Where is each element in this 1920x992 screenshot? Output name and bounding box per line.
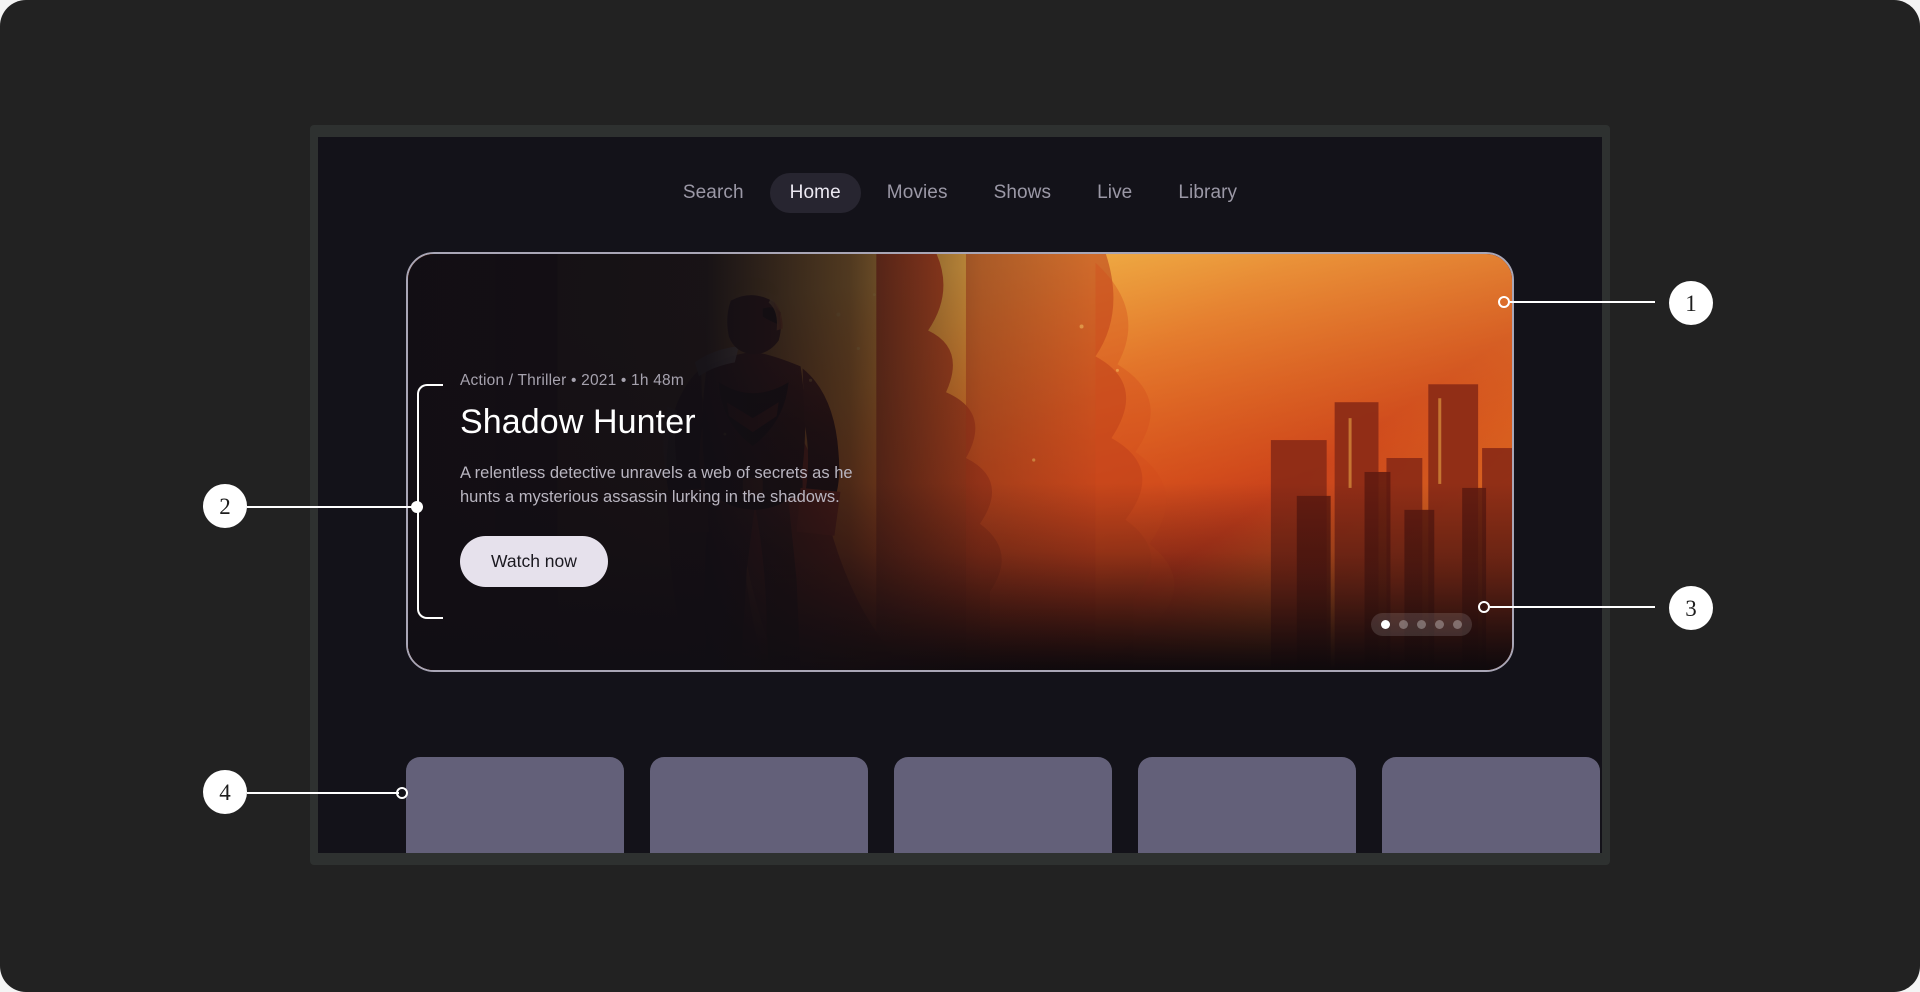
nav-item-search[interactable]: Search [663,173,764,213]
nav-item-live[interactable]: Live [1077,173,1152,213]
content-rail-card[interactable] [894,757,1112,853]
hero-meta-line: Action / Thriller • 2021 • 1h 48m [460,372,684,389]
nav-item-library[interactable]: Library [1158,173,1257,213]
content-rail-card[interactable] [406,757,624,853]
hero-featured-card[interactable]: Action / Thriller • 2021 • 1h 48m Shadow… [406,252,1514,672]
nav-item-home[interactable]: Home [769,173,861,213]
hero-title: Shadow Hunter [460,403,696,441]
tv-device-frame: Search Home Movies Shows Live Library Ac… [310,125,1610,865]
hero-description: A relentless detective unravels a web of… [460,464,853,506]
nav-item-movies[interactable]: Movies [867,173,968,213]
carousel-dot-2[interactable] [1399,620,1408,629]
carousel-dots [1371,613,1472,636]
content-rail-card[interactable] [1138,757,1356,853]
top-navigation: Search Home Movies Shows Live Library [318,173,1602,213]
carousel-dot-3[interactable] [1417,620,1426,629]
carousel-dot-4[interactable] [1435,620,1444,629]
nav-item-shows[interactable]: Shows [974,173,1072,213]
carousel-dot-1[interactable] [1381,620,1390,629]
content-rail-card[interactable] [1382,757,1600,853]
tv-screen: Search Home Movies Shows Live Library Ac… [318,137,1602,853]
content-rail [406,757,1602,853]
content-rail-card[interactable] [650,757,868,853]
carousel-dot-5[interactable] [1453,620,1462,629]
screenshot-root: Search Home Movies Shows Live Library Ac… [0,0,1920,992]
hero-copy-block: Action / Thriller • 2021 • 1h 48m Shadow… [460,372,890,587]
watch-now-button[interactable]: Watch now [460,535,608,587]
